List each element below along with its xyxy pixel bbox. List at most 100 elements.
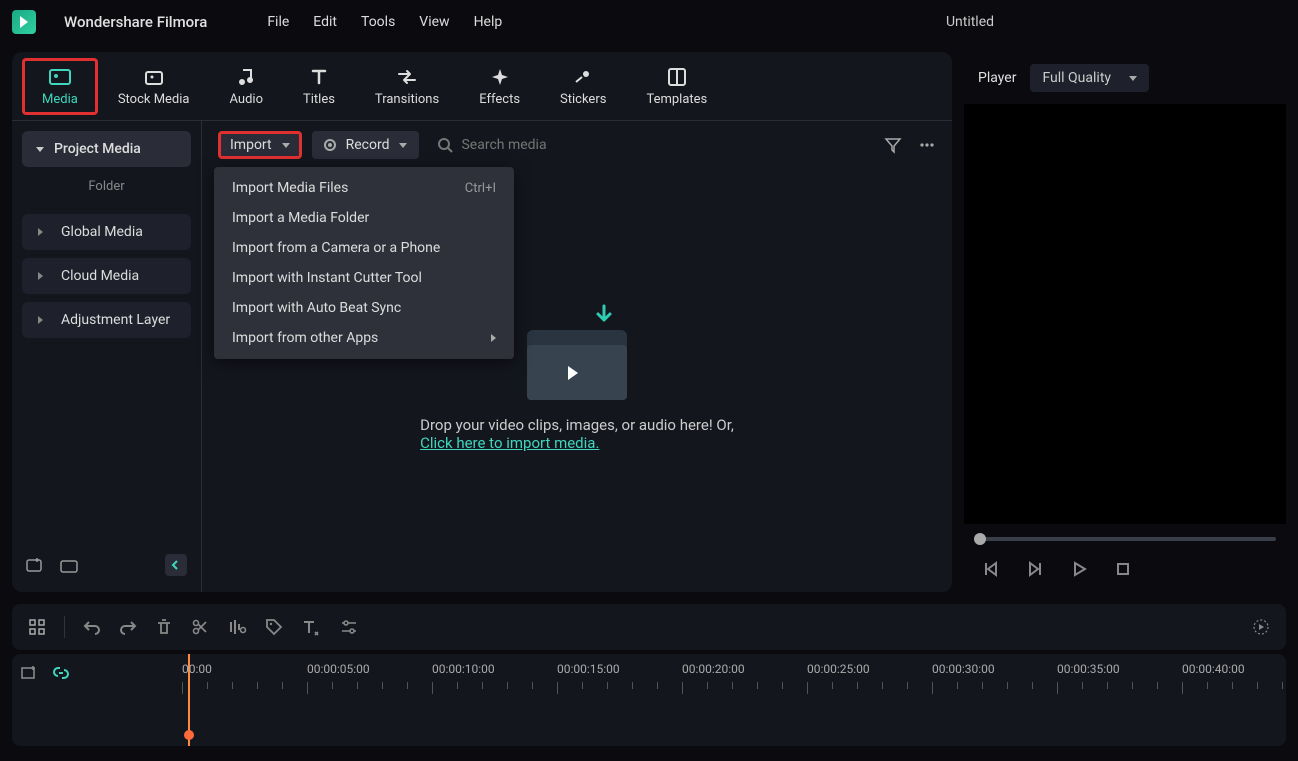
player-panel: Player Full Quality bbox=[964, 52, 1286, 592]
time-label: 00:00:30:00 bbox=[932, 662, 995, 676]
tab-titles[interactable]: Titles bbox=[283, 58, 355, 115]
tab-label: Media bbox=[42, 92, 78, 107]
record-dot-icon bbox=[324, 139, 336, 151]
caret-right-icon bbox=[38, 228, 47, 236]
more-icon[interactable] bbox=[918, 136, 936, 154]
folder-illustration bbox=[522, 310, 632, 400]
media-panel: Media Stock Media Audio Titles Transitio… bbox=[12, 52, 952, 592]
menu-help[interactable]: Help bbox=[474, 14, 503, 30]
time-ruler[interactable]: 00:0000:00:05:0000:00:10:0000:00:15:0000… bbox=[182, 662, 1280, 702]
time-label: 00:00:15:00 bbox=[557, 662, 620, 676]
search-icon bbox=[437, 137, 453, 153]
split-button[interactable] bbox=[191, 618, 209, 636]
menu-tools[interactable]: Tools bbox=[361, 14, 395, 30]
play-button[interactable] bbox=[1070, 560, 1088, 578]
import-label: Import bbox=[230, 137, 272, 153]
divider bbox=[64, 616, 65, 638]
media-content: Import Record bbox=[202, 121, 952, 592]
swap-icon bbox=[396, 66, 418, 88]
menu-view[interactable]: View bbox=[419, 14, 449, 30]
search-input[interactable] bbox=[461, 137, 661, 153]
chevron-down-icon bbox=[399, 143, 407, 148]
drop-text: Drop your video clips, images, or audio … bbox=[420, 416, 734, 452]
tab-label: Effects bbox=[479, 92, 520, 107]
import-link[interactable]: Click here to import media. bbox=[420, 434, 599, 452]
dd-label: Import from other Apps bbox=[232, 330, 378, 346]
tab-media[interactable]: Media bbox=[22, 58, 98, 115]
audio-tool-icon[interactable] bbox=[227, 618, 247, 636]
image-stack-icon bbox=[143, 66, 165, 88]
prev-frame-button[interactable] bbox=[982, 560, 1000, 578]
redo-button[interactable] bbox=[119, 618, 137, 636]
drop-text-line: Drop your video clips, images, or audio … bbox=[420, 416, 734, 434]
sidebar-label: Cloud Media bbox=[61, 268, 139, 284]
dd-label: Import with Auto Beat Sync bbox=[232, 300, 401, 316]
record-button[interactable]: Record bbox=[312, 131, 420, 159]
link-icon[interactable] bbox=[52, 664, 70, 682]
tag-icon[interactable] bbox=[265, 618, 283, 636]
dd-shortcut: Ctrl+I bbox=[465, 181, 496, 196]
record-label: Record bbox=[346, 137, 390, 153]
timeline-ruler[interactable]: 00:0000:00:05:0000:00:10:0000:00:15:0000… bbox=[12, 654, 1286, 746]
seek-bar[interactable] bbox=[964, 532, 1286, 546]
media-sidebar: Project Media Folder Global Media Cloud … bbox=[12, 121, 202, 592]
filmora-logo-icon bbox=[17, 15, 31, 29]
delete-button[interactable] bbox=[155, 618, 173, 636]
tab-stickers[interactable]: Stickers bbox=[540, 58, 626, 115]
collapse-sidebar-button[interactable] bbox=[165, 554, 187, 576]
sidebar-cloud-media[interactable]: Cloud Media bbox=[22, 258, 191, 294]
seek-thumb[interactable] bbox=[974, 533, 986, 545]
layout-grid-icon[interactable] bbox=[28, 618, 46, 636]
sidebar-global-media[interactable]: Global Media bbox=[22, 214, 191, 250]
caret-down-icon bbox=[36, 147, 44, 152]
tab-effects[interactable]: Effects bbox=[459, 58, 540, 115]
sidebar-adjustment-layer[interactable]: Adjustment Layer bbox=[22, 302, 191, 338]
time-label: 00:00:20:00 bbox=[682, 662, 745, 676]
main-menu: File Edit Tools View Help bbox=[267, 14, 502, 30]
add-track-icon[interactable] bbox=[20, 664, 38, 682]
tab-stock-media[interactable]: Stock Media bbox=[98, 58, 210, 115]
app-logo bbox=[12, 10, 36, 34]
time-label: 00:00:25:00 bbox=[807, 662, 870, 676]
search-field[interactable] bbox=[429, 137, 874, 153]
stop-button[interactable] bbox=[1114, 560, 1132, 578]
dd-import-camera-phone[interactable]: Import from a Camera or a Phone bbox=[214, 233, 514, 263]
undo-button[interactable] bbox=[83, 618, 101, 636]
dd-label: Import Media Files bbox=[232, 180, 348, 196]
music-note-icon bbox=[235, 66, 257, 88]
tab-audio[interactable]: Audio bbox=[210, 58, 283, 115]
sidebar-project-media[interactable]: Project Media bbox=[22, 131, 191, 167]
menu-edit[interactable]: Edit bbox=[313, 14, 337, 30]
time-label: 00:00:35:00 bbox=[1057, 662, 1120, 676]
tab-label: Stickers bbox=[560, 92, 606, 107]
quality-select[interactable]: Full Quality bbox=[1030, 64, 1149, 92]
time-label: 00:00:05:00 bbox=[307, 662, 370, 676]
dd-import-auto-beat[interactable]: Import with Auto Beat Sync bbox=[214, 293, 514, 323]
tab-templates[interactable]: Templates bbox=[626, 58, 727, 115]
chevron-down-icon bbox=[282, 143, 290, 148]
dd-import-media-files[interactable]: Import Media Files Ctrl+I bbox=[214, 173, 514, 203]
layout-icon bbox=[666, 66, 688, 88]
dd-label: Import with Instant Cutter Tool bbox=[232, 270, 422, 286]
quality-value: Full Quality bbox=[1042, 70, 1111, 86]
sparkle-icon bbox=[489, 66, 511, 88]
dd-import-other-apps[interactable]: Import from other Apps bbox=[214, 323, 514, 353]
dd-label: Import from a Camera or a Phone bbox=[232, 240, 440, 256]
import-button[interactable]: Import bbox=[218, 131, 302, 159]
tab-transitions[interactable]: Transitions bbox=[355, 58, 459, 115]
time-label: 00:00:40:00 bbox=[1182, 662, 1245, 676]
dd-label: Import a Media Folder bbox=[232, 210, 369, 226]
tab-label: Titles bbox=[303, 92, 335, 107]
new-folder-icon[interactable] bbox=[26, 556, 44, 574]
dd-import-media-folder[interactable]: Import a Media Folder bbox=[214, 203, 514, 233]
filter-icon[interactable] bbox=[884, 136, 902, 154]
next-frame-button[interactable] bbox=[1026, 560, 1044, 578]
tabs-row: Media Stock Media Audio Titles Transitio… bbox=[12, 52, 952, 120]
menu-file[interactable]: File bbox=[267, 14, 289, 30]
folder-icon[interactable] bbox=[60, 556, 78, 574]
adjustments-icon[interactable] bbox=[339, 618, 359, 636]
folder-heading: Folder bbox=[22, 167, 191, 206]
dd-import-instant-cutter[interactable]: Import with Instant Cutter Tool bbox=[214, 263, 514, 293]
render-preview-icon[interactable] bbox=[1252, 618, 1270, 636]
text-tool-icon[interactable] bbox=[301, 618, 321, 636]
